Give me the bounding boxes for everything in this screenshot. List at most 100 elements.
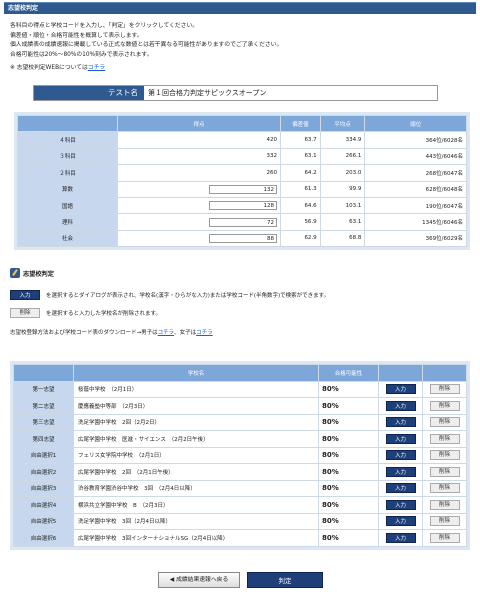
score-row: 社会 88 62.9 68.8 369位/6029名 [17,229,467,248]
input-cell: 入力 [378,397,423,415]
school-delete-button[interactable]: 削除 [429,400,460,411]
web-note-link[interactable]: コチラ [88,65,105,71]
judge-title: 志望校判定 [23,270,54,278]
school-delete-button[interactable]: 削除 [429,417,460,428]
pass-probability: 80% [318,496,379,514]
pass-probability: 80% [318,529,379,547]
download-row: 志望校登録方法および学校コード表のダウンロード→男子は コチラ 、女子は コチラ [10,328,470,336]
scores-header: 順位 [364,114,467,133]
judge-button[interactable]: 判定 [247,572,323,588]
score-cell: 332 [116,147,282,166]
average-cell: 334.9 [319,131,366,149]
choice-label: 第一志望 [13,380,74,398]
deviation-cell: 64.6 [280,196,321,215]
delete-cell: 削除 [422,529,467,547]
school-name: 広尾学園中学校 2回 （2月1日午後） [73,463,319,481]
web-note: ※ 志望校判定WEBについてはコチラ [10,64,470,74]
subject-label: 算数 [17,180,118,198]
subject-label: ４科目 [17,131,118,149]
school-delete-button[interactable]: 削除 [429,466,460,477]
pass-probability: 80% [318,463,379,481]
judge-header: 志望校判定 [10,268,470,278]
score-input[interactable]: 132 [209,184,278,194]
delete-cell: 削除 [422,512,467,530]
school-input-button[interactable]: 入力 [385,450,416,461]
girls-download-link[interactable]: コチラ [196,328,213,336]
scores-header [17,114,118,133]
input-sample-button[interactable]: 入力 [10,290,40,300]
school-name: 広尾学園中学校 医進・サイエンス （2月2日午後） [73,430,319,448]
delete-cell: 削除 [422,397,467,415]
school-delete-button[interactable]: 削除 [429,532,460,543]
web-note-text: ※ 志望校判定WEBについては [10,65,88,71]
school-input-button[interactable]: 入力 [385,499,416,510]
pass-probability: 80% [318,479,379,497]
school-input-button[interactable]: 入力 [385,384,416,395]
subject-label: 国語 [17,196,118,215]
school-row: 自由選択1 フェリス女学院中学校 （2月1日） 80% 入力 削除 [13,446,467,464]
back-to-results-button[interactable]: ◀ 成績結果速報へ戻る [158,572,240,588]
intro-line: 個人成績表の成績速報に掲載している正式な数値とは若干異なる可能性がありますのでご… [10,42,283,48]
download-text: 志望校登録方法および学校コード表のダウンロード→男子は [10,330,158,336]
scores-table: 得点 偏差値 平均点 順位 ４科目 420 63.7 334.9 364位/6028名 ３… [17,114,467,248]
school-input-button[interactable]: 入力 [385,400,416,411]
back-button-label: 成績結果速報へ戻る [176,577,229,583]
input-cell: 入力 [378,446,423,464]
pencil-icon [10,268,20,278]
delete-cell: 削除 [422,380,467,398]
school-name: 慶應義塾中等部 （2月3日） [73,397,319,415]
delete-sample-button[interactable]: 削除 [10,308,40,318]
pass-probability: 80% [318,512,379,530]
score-cell: 260 [116,164,282,182]
input-cell: 入力 [378,496,423,514]
school-delete-button[interactable]: 削除 [429,450,460,461]
score-cell: 128 [116,196,282,215]
choice-label: 自由選択3 [13,479,74,497]
download-mid-text: 、女子は [174,330,197,336]
delete-help-text: を選択すると入力した学校名が削除されます。 [46,311,161,317]
deviation-cell: 62.9 [280,229,321,248]
schools-header: 合格可能性 [318,364,379,382]
input-help-text: を選択するとダイアログが表示され、学校名(漢字・ひらがな入力)または学校コード(… [46,293,330,299]
school-delete-button[interactable]: 削除 [429,499,460,510]
score-input[interactable]: 128 [209,201,278,211]
school-row: 第四志望 広尾学園中学校 医進・サイエンス （2月2日午後） 80% 入力 削除 [13,430,467,448]
school-input-button[interactable]: 入力 [385,417,416,428]
average-cell: 266.1 [319,147,366,166]
school-delete-button[interactable]: 削除 [429,516,460,527]
pass-probability: 80% [318,413,379,431]
school-input-button[interactable]: 入力 [385,516,416,527]
deviation-cell: 64.2 [280,164,321,182]
choice-label: 自由選択1 [13,446,74,464]
delete-cell: 削除 [422,413,467,431]
school-delete-button[interactable]: 削除 [429,483,460,494]
school-delete-button[interactable]: 削除 [429,433,460,444]
deviation-cell: 56.9 [280,213,321,231]
intro-line: 合格可能性は20%〜80%の10%刻みで表示されます。 [10,51,153,58]
school-delete-button[interactable]: 削除 [429,384,460,395]
school-input-button[interactable]: 入力 [385,483,416,494]
rank-cell: 268位/6047名 [364,164,467,182]
school-input-button[interactable]: 入力 [385,466,416,477]
choice-label: 自由選択5 [13,512,74,530]
input-cell: 入力 [378,430,423,448]
school-name: 洗足学園中学校 3回（2月4日以降） [73,512,319,530]
school-input-button[interactable]: 入力 [385,433,416,444]
rank-cell: 364位/6028名 [364,131,467,149]
scores-header: 偏差値 [280,114,321,133]
boys-download-link[interactable]: コチラ [158,328,175,336]
school-input-button[interactable]: 入力 [385,532,416,543]
score-input[interactable]: 88 [209,233,278,243]
choice-label: 自由選択4 [13,496,74,514]
schools-header [422,364,467,382]
scores-header: 得点 [116,114,282,133]
subject-label: 理科 [17,213,118,231]
subject-label: 社会 [17,229,118,248]
pass-probability: 80% [318,397,379,415]
score-input[interactable]: 72 [209,217,278,227]
choice-label: 自由選択6 [13,529,74,547]
school-row: 第三志望 洗足学園中学校 2回（2月2日） 80% 入力 削除 [13,413,467,431]
score-cell: 420 [116,131,282,149]
school-row: 自由選択5 洗足学園中学校 3回（2月4日以降） 80% 入力 削除 [13,512,467,530]
schools-header: 学校名 [73,364,319,382]
